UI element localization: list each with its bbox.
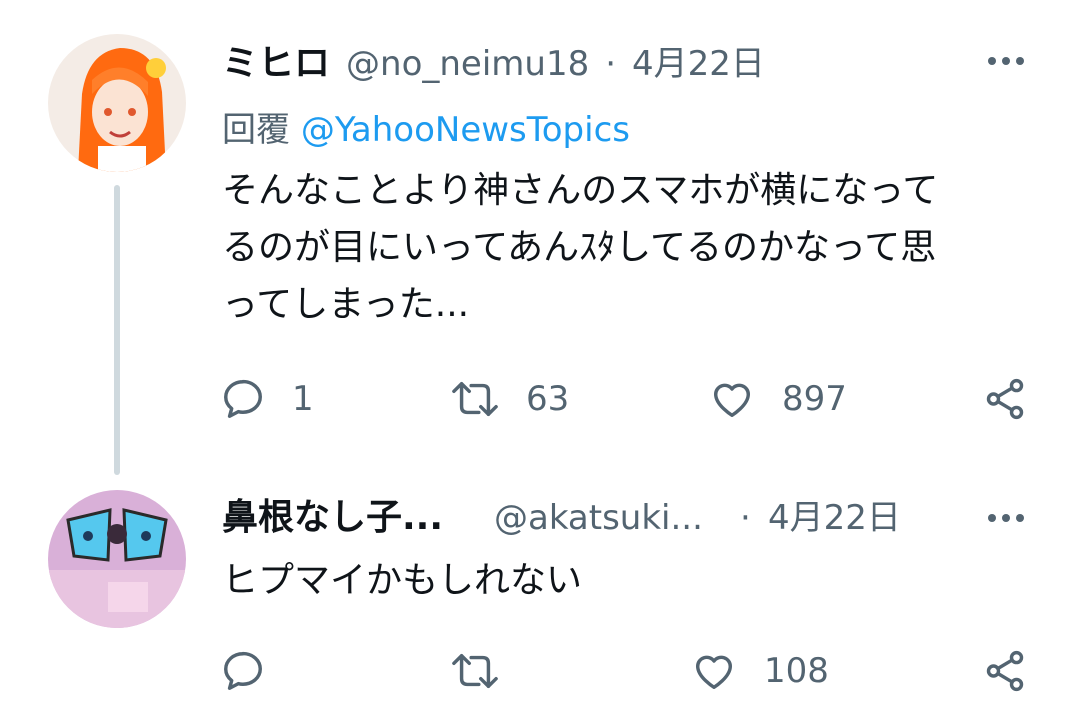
reply-button[interactable]: 1: [220, 376, 314, 422]
avatar[interactable]: [48, 34, 186, 172]
share-icon: [986, 650, 1024, 692]
handle[interactable]: @no_neimu18: [346, 42, 589, 86]
tweet-text: そんなことより神さんのスマホが横になって るのが目にいってあんｽﾀしてるのかなっ…: [222, 162, 1042, 333]
tweet-text: ヒプマイかもしれない: [222, 552, 1042, 609]
retweet-icon: [452, 381, 498, 417]
like-count: 897: [782, 379, 847, 419]
share-button[interactable]: [982, 648, 1028, 694]
more-icon: [988, 57, 1024, 65]
retweet-count: 63: [526, 379, 570, 419]
reply-icon: [224, 651, 262, 690]
share-button[interactable]: [982, 376, 1028, 422]
retweet-button[interactable]: 63: [450, 376, 569, 422]
tweet-date[interactable]: 4月22日: [768, 496, 901, 540]
avatar-image: [48, 490, 186, 628]
thread-line: [114, 185, 120, 475]
display-name[interactable]: 鼻根なし子...: [222, 496, 494, 540]
like-count: 108: [764, 651, 829, 691]
share-icon: [986, 378, 1024, 420]
reply-button[interactable]: [220, 648, 292, 694]
reply-label: 回覆: [222, 110, 290, 150]
like-button[interactable]: 897: [708, 376, 847, 422]
avatar-image: [48, 34, 186, 172]
tweet-text-line: そんなことより神さんのスマホが横になって: [222, 170, 939, 211]
retweet-icon: [452, 653, 498, 689]
tweet-text-line: るのが目にいってあんｽﾀしてるのかなって思: [222, 227, 937, 268]
like-icon: [695, 655, 733, 690]
separator: ·: [605, 44, 617, 84]
tweet-text-line: ヒプマイかもしれない: [222, 560, 583, 601]
avatar[interactable]: [48, 490, 186, 628]
more-button[interactable]: [984, 46, 1028, 76]
like-icon: [713, 383, 751, 418]
retweet-button[interactable]: [450, 648, 526, 694]
more-button[interactable]: [984, 503, 1028, 533]
display-name[interactable]: ミヒロ: [222, 42, 330, 86]
more-icon: [988, 514, 1024, 522]
separator: ·: [740, 498, 751, 538]
reply-count: 1: [292, 379, 314, 419]
like-button[interactable]: 108: [690, 648, 829, 694]
tweet-date[interactable]: 4月22日: [632, 42, 765, 86]
reply-icon: [224, 379, 262, 418]
reply-target-link[interactable]: @YahooNewsTopics: [301, 110, 630, 150]
tweet-text-line: ってしまった...: [222, 284, 470, 325]
handle[interactable]: @akatsuki...: [494, 496, 740, 540]
